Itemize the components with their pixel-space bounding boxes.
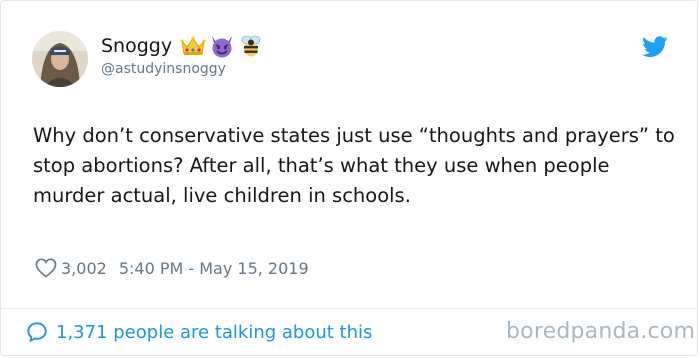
smiling-devil-icon (212, 36, 233, 58)
tweet-meta: 3,002 5:40 PM - May 15, 2019 (35, 258, 309, 278)
bee-icon (241, 35, 261, 57)
avatar[interactable] (32, 31, 88, 87)
tweet-timestamp[interactable]: 5:40 PM - May 15, 2019 (119, 259, 309, 278)
watermark: boredpanda.com (506, 319, 696, 344)
display-name[interactable]: Snoggy (101, 35, 172, 57)
replies-link[interactable]: 1,371 people are talking about this (26, 321, 372, 343)
speech-bubble-icon (27, 322, 47, 343)
name-emojis (180, 34, 264, 58)
divider (1, 308, 699, 309)
replies-summary[interactable]: 1,371 people are talking about this (56, 322, 372, 343)
tweet-card: Snoggy @astudyinsnoggy Why don’t conserv… (0, 0, 699, 356)
crown-icon (180, 36, 206, 55)
tweet-text: Why don’t conservative states just use “… (33, 124, 675, 207)
heart-icon[interactable] (35, 258, 57, 278)
user-handle[interactable]: @astudyinsnoggy (101, 61, 226, 77)
like-count[interactable]: 3,002 (61, 259, 107, 278)
twitter-bird-icon[interactable] (642, 36, 668, 58)
